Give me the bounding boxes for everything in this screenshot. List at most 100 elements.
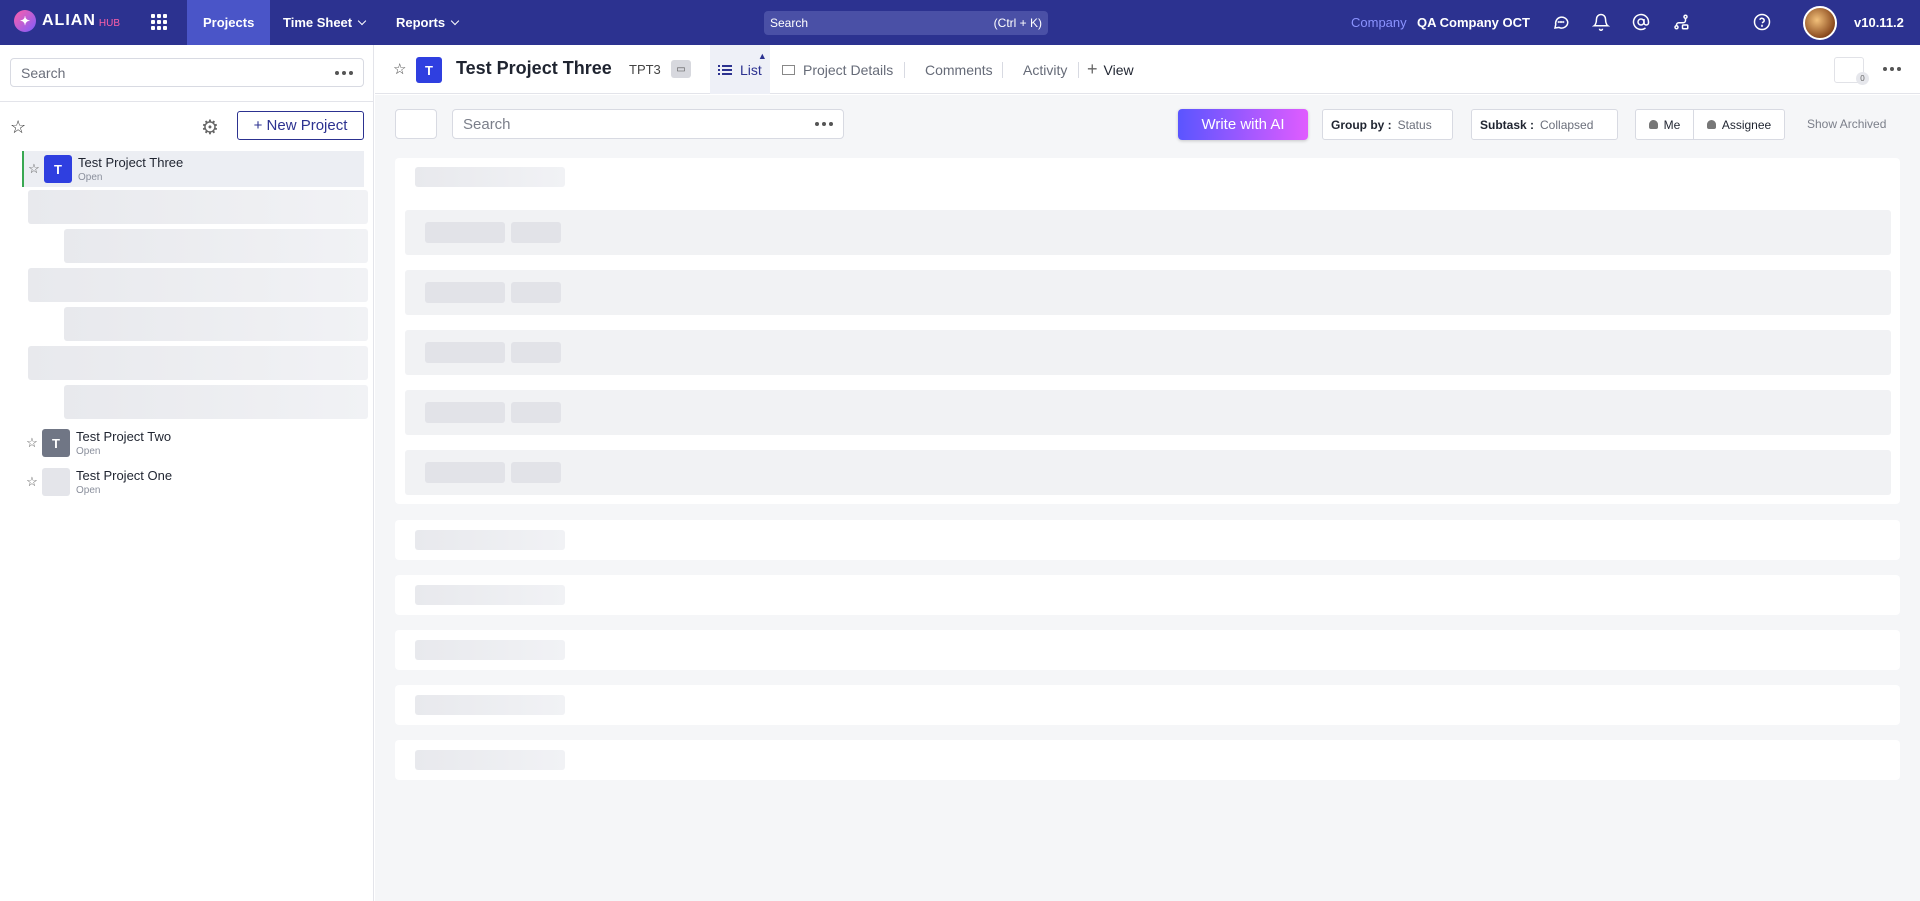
project-name: Test Project Two [76, 429, 172, 444]
company-label: Company [1351, 15, 1407, 30]
tab-separator [904, 62, 905, 78]
more-options-icon[interactable] [1883, 67, 1901, 71]
project-header: ☆ T Test Project Three TPT3 ▭ List ▲ Pro… [375, 45, 1920, 94]
filter-me-button[interactable]: Me [1636, 110, 1694, 139]
task-search-input[interactable]: Search [452, 109, 844, 139]
loading-placeholder [425, 222, 505, 243]
plus-icon: + [1087, 59, 1098, 79]
logo-sub: HUB [98, 17, 121, 29]
tab-activity-label: Activity [1023, 61, 1068, 78]
project-badge: T [416, 57, 442, 83]
projects-sidebar: Search ☆ ⚙ + New Project ☆ T Test Projec… [0, 45, 374, 901]
project-name: Test Project Three [78, 155, 184, 170]
divider [0, 101, 374, 102]
nav-time-sheet[interactable]: Time Sheet [283, 0, 367, 45]
nav-time-sheet-label: Time Sheet [283, 15, 353, 30]
app-logo[interactable]: ✦ ALIAN HUB [14, 10, 120, 32]
star-icon[interactable]: ☆ [22, 435, 42, 451]
loading-placeholder [511, 282, 561, 303]
sidebar-project-item[interactable]: ☆ T Test Project Three Open [22, 151, 364, 187]
sidebar-project-item[interactable]: ☆ Test Project One Open [22, 464, 364, 500]
subtask-select[interactable]: Subtask : Collapsed [1471, 109, 1618, 140]
company-selector[interactable]: QA Company OCT [1417, 15, 1530, 30]
app-version: v10.11.2 [1854, 15, 1904, 30]
logo-mark-icon: ✦ [14, 10, 36, 32]
nav-reports-label: Reports [396, 15, 446, 30]
favorite-star-icon[interactable]: ☆ [393, 60, 406, 78]
sidebar-search-placeholder: Search [21, 64, 66, 81]
loading-row [405, 390, 1891, 435]
add-view-button[interactable]: + View [1087, 45, 1134, 94]
favorites-star-icon[interactable]: ☆ [10, 117, 26, 138]
sidebar-project-item[interactable]: ☆ T Test Project Two Open [22, 425, 364, 461]
group-by-select[interactable]: Group by : Status [1322, 109, 1453, 140]
pin-icon: ▲ [757, 51, 767, 61]
loading-placeholder [415, 585, 565, 605]
loading-placeholder [415, 167, 565, 187]
tab-project-details[interactable]: Project Details [782, 45, 893, 94]
bell-icon[interactable] [1590, 11, 1612, 33]
loading-group [395, 740, 1900, 780]
project-name: Test Project One [76, 468, 173, 483]
select-all-checkbox[interactable] [395, 109, 437, 139]
loading-row [405, 330, 1891, 375]
loading-row [405, 450, 1891, 495]
global-search-shortcut: (Ctrl + K) [993, 16, 1042, 30]
person-icon [1706, 120, 1716, 129]
show-archived-toggle[interactable]: Show Archived [1807, 117, 1886, 131]
workflow-icon[interactable] [1670, 11, 1692, 33]
project-status: Open [76, 485, 101, 496]
subtask-value: Collapsed [1540, 117, 1594, 132]
settings-gear-icon[interactable]: ⚙ [201, 115, 219, 140]
filter-assignee-button[interactable]: Assignee [1694, 110, 1784, 139]
star-icon[interactable]: ☆ [22, 474, 42, 490]
loading-row [405, 210, 1891, 255]
star-icon[interactable]: ☆ [24, 161, 44, 177]
add-view-label: View [1103, 61, 1134, 78]
loading-placeholder [511, 342, 561, 363]
tab-activity[interactable]: Activity [1023, 45, 1067, 94]
group-by-label: Group by : [1331, 117, 1392, 132]
global-search-placeholder: Search [770, 16, 809, 30]
copy-icon[interactable]: ▭ [671, 60, 691, 78]
tab-list-label: List [740, 61, 762, 78]
project-status: Open [78, 172, 103, 183]
tab-project-details-label: Project Details [803, 61, 894, 78]
loading-placeholder [415, 695, 565, 715]
loading-placeholder [425, 462, 505, 483]
tab-comments[interactable]: Comments [925, 45, 993, 94]
subtask-label: Subtask : [1480, 117, 1535, 132]
loading-placeholder [64, 307, 368, 341]
loading-placeholder [511, 402, 561, 423]
filter-assignee-label: Assignee [1721, 117, 1772, 132]
filter-me-label: Me [1663, 117, 1681, 132]
nav-reports[interactable]: Reports [396, 0, 460, 45]
global-search[interactable]: Search (Ctrl + K) [764, 11, 1048, 35]
new-project-button[interactable]: + New Project [237, 111, 364, 140]
project-badge [42, 468, 70, 496]
loading-group [395, 685, 1900, 725]
loading-placeholder [415, 530, 565, 550]
loading-group [395, 630, 1900, 670]
tab-list[interactable]: List ▲ [710, 45, 770, 94]
task-search-placeholder: Search [463, 115, 511, 133]
write-with-ai-button[interactable]: Write with AI [1178, 109, 1308, 140]
user-avatar[interactable] [1803, 6, 1837, 40]
mention-icon[interactable] [1630, 11, 1652, 33]
project-code: TPT3 [629, 62, 661, 77]
nav-projects[interactable]: Projects [187, 0, 271, 45]
sidebar-search-input[interactable]: Search [10, 58, 364, 87]
loading-group [395, 158, 1900, 504]
watchers-count: 0 [1856, 72, 1869, 85]
more-options-icon[interactable] [335, 70, 353, 75]
loading-placeholder [511, 222, 561, 243]
more-options-icon[interactable] [815, 122, 833, 126]
loading-placeholder [64, 385, 368, 419]
apps-grid-icon[interactable] [151, 14, 167, 30]
chat-icon[interactable] [1550, 11, 1572, 33]
loading-placeholder [415, 750, 565, 770]
tab-separator [1078, 62, 1079, 78]
loading-placeholder [28, 346, 368, 380]
help-icon[interactable] [1751, 11, 1773, 33]
project-badge: T [42, 429, 70, 457]
